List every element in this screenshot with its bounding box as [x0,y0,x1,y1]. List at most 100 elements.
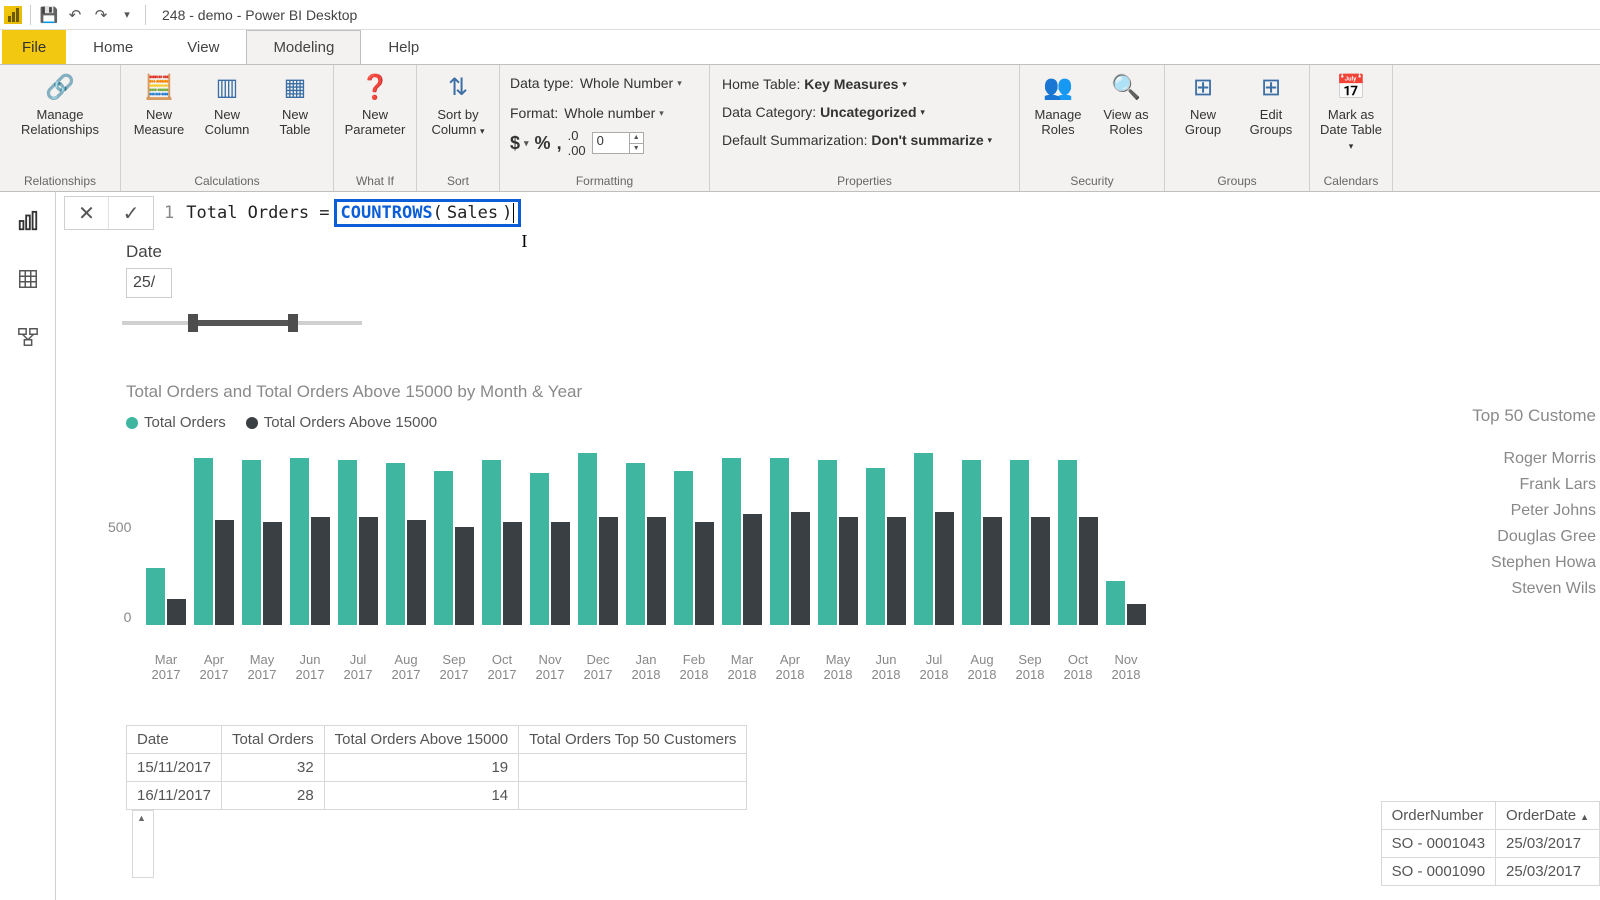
sort-by-column-button[interactable]: ⇅Sort by Column ▾ [423,69,493,172]
table-header[interactable]: Total Orders [221,726,324,754]
bar-total-orders[interactable] [626,463,645,625]
currency-button[interactable]: $▾ [510,133,529,154]
bar-group[interactable] [242,460,282,625]
table-header[interactable]: Total Orders Top 50 Customers [519,726,747,754]
bar-total-orders-above[interactable] [887,517,906,625]
manage-relationships-button[interactable]: 🔗 Manage Relationships [6,69,114,172]
bar-total-orders-above[interactable] [551,522,570,625]
spinner-down-icon[interactable]: ▼ [629,144,643,154]
tab-view[interactable]: View [160,30,246,64]
customer-item[interactable]: Douglas Gree [1420,528,1596,546]
slider-handle-end[interactable] [288,314,298,332]
col-orderdate[interactable]: OrderDate [1496,802,1600,830]
manage-roles-button[interactable]: 👥Manage Roles [1026,69,1090,172]
bar-total-orders[interactable] [1010,460,1029,625]
decimals-input[interactable]: 0 ▲▼ [592,132,644,154]
tab-home[interactable]: Home [66,30,160,64]
new-group-button[interactable]: ⊞New Group [1171,69,1235,172]
bar-total-orders[interactable] [770,458,789,625]
customer-item[interactable]: Peter Johns [1420,502,1596,520]
customer-item[interactable]: Stephen Howa [1420,554,1596,572]
bar-group[interactable] [626,463,666,625]
bar-total-orders[interactable] [242,460,261,625]
bar-total-orders-above[interactable] [935,512,954,625]
file-tab[interactable]: File [2,30,66,64]
bar-total-orders[interactable] [722,458,741,625]
bar-total-orders[interactable] [386,463,405,625]
bar-group[interactable] [530,473,570,625]
table-row[interactable]: 15/11/20173219 [127,754,747,782]
date-input[interactable]: 25/ [126,268,172,298]
bar-total-orders[interactable] [818,460,837,625]
bar-group[interactable] [818,460,858,625]
bar-total-orders[interactable] [434,471,453,625]
save-icon[interactable]: 💾 [39,5,59,25]
bar-group[interactable] [482,460,522,625]
thousands-button[interactable]: , [557,133,562,154]
bar-group[interactable] [338,460,378,625]
legend-item[interactable]: Total Orders [126,414,226,431]
redo-icon[interactable]: ↷ [91,5,111,25]
table-row[interactable]: SO - 000109025/03/2017 [1381,858,1599,886]
bar-group[interactable] [146,568,186,625]
bar-total-orders-above[interactable] [695,522,714,625]
bar-total-orders[interactable] [866,468,885,625]
bar-group[interactable] [722,458,762,625]
bar-group[interactable] [194,458,234,625]
bar-group[interactable] [386,463,426,625]
bar-total-orders[interactable] [962,460,981,625]
legend-item[interactable]: Total Orders Above 15000 [246,414,437,431]
formula-commit-button[interactable]: ✓ [109,197,153,229]
bar-total-orders-above[interactable] [1031,517,1050,625]
formula-cancel-button[interactable]: ✕ [65,197,109,229]
percent-button[interactable]: % [535,133,551,154]
tab-modeling[interactable]: Modeling [246,30,361,64]
bar-group[interactable] [1010,460,1050,625]
customer-item[interactable]: Steven Wils [1420,580,1596,598]
new-parameter-button[interactable]: ❓New Parameter [340,69,410,172]
undo-icon[interactable]: ↶ [65,5,85,25]
table-scrollbar[interactable] [132,810,154,878]
table-row[interactable]: SO - 000104325/03/2017 [1381,830,1599,858]
bar-group[interactable] [770,458,810,625]
bar-total-orders[interactable] [338,460,357,625]
tab-help[interactable]: Help [361,30,446,64]
default-summarization-dropdown[interactable]: Default Summarization: Don't summarize ▾ [716,127,1013,153]
table-row[interactable]: 16/11/20172814 [127,782,747,810]
bar-total-orders-above[interactable] [599,517,618,625]
bar-total-orders-above[interactable] [407,520,426,625]
bar-group[interactable] [1106,581,1146,625]
bar-total-orders-above[interactable] [791,512,810,625]
formula-input[interactable]: 1 Total Orders = COUNTROWS( Sales ) I [158,196,531,230]
qat-dropdown-icon[interactable]: ▾ [117,5,137,25]
new-table-button[interactable]: ▦New Table [263,69,327,172]
col-ordernumber[interactable]: OrderNumber [1381,802,1495,830]
bar-group[interactable] [866,468,906,625]
bar-total-orders[interactable] [1058,460,1077,625]
bar-total-orders[interactable] [146,568,165,625]
bar-group[interactable] [674,471,714,625]
bar-total-orders-above[interactable] [455,527,474,625]
bar-total-orders[interactable] [530,473,549,625]
edit-groups-button[interactable]: ⊞Edit Groups [1239,69,1303,172]
bar-total-orders[interactable] [194,458,213,625]
data-category-dropdown[interactable]: Data Category: Uncategorized ▾ [716,99,1013,125]
home-table-dropdown[interactable]: Home Table: Key Measures ▾ [716,71,1013,97]
bar-group[interactable] [914,453,954,625]
bar-total-orders[interactable] [290,458,309,625]
table-header[interactable]: Date [127,726,222,754]
bar-total-orders-above[interactable] [839,517,858,625]
bar-total-orders[interactable] [1106,581,1125,625]
bar-total-orders-above[interactable] [215,520,234,625]
new-column-button[interactable]: ▥New Column [195,69,259,172]
report-view-icon[interactable] [13,206,43,236]
bar-total-orders-above[interactable] [167,599,186,625]
bar-total-orders-above[interactable] [983,517,1002,625]
bar-group[interactable] [1058,460,1098,625]
slider-handle-start[interactable] [188,314,198,332]
bar-group[interactable] [290,458,330,625]
bar-total-orders-above[interactable] [503,522,522,625]
bar-group[interactable] [578,453,618,625]
customer-item[interactable]: Roger Morris [1420,450,1596,468]
mark-date-table-button[interactable]: 📅Mark as Date Table ▾ [1316,69,1386,172]
